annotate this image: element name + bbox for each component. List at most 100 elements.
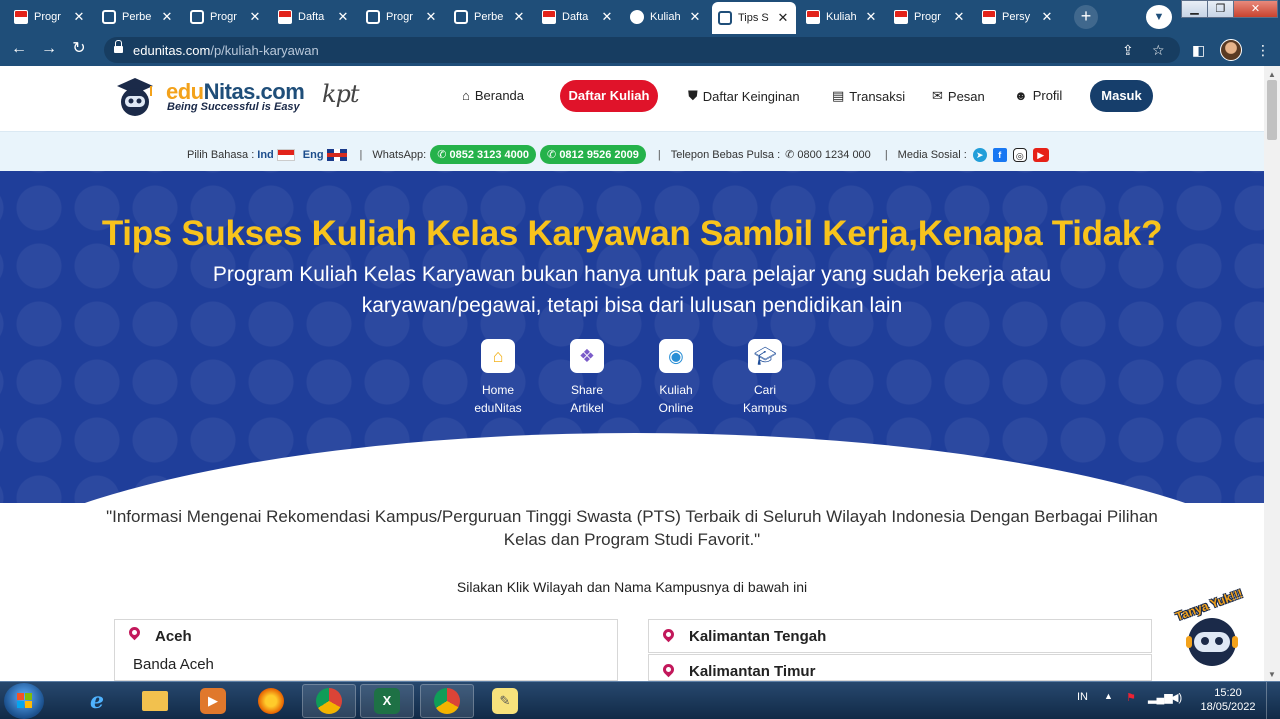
quick-link-home[interactable]: ⌂ Home eduNitas [453,339,543,417]
taskbar-clock[interactable]: 15:20 18/05/2022 [1198,686,1258,714]
browser-tab[interactable]: Progr ✕ [8,4,92,30]
tab-search-button[interactable]: ▼ [1146,5,1172,29]
tab-close-icon[interactable]: ✕ [72,9,86,25]
tab-close-icon[interactable]: ✕ [600,9,614,25]
daftar-kuliah-button[interactable]: Daftar Kuliah [560,80,658,112]
telepon-number[interactable]: 0800 1234 000 [797,149,870,161]
menu-kebab-icon[interactable]: ⋮ [1256,39,1270,61]
nav-profil[interactable]: ☻ Profil [1014,88,1062,103]
browser-toolbar: ← → ↻ edunitas.com/p/kuliah-karyawan ⇪ ☆… [0,34,1280,66]
tab-close-icon[interactable]: ✕ [424,9,438,25]
show-desktop-button[interactable] [1266,682,1280,719]
region-name[interactable]: Kalimantan Timur [689,663,815,680]
browser-tab[interactable]: Perbe ✕ [96,4,180,30]
close-icon: ✕ [1250,3,1261,15]
share-icon[interactable]: ⇪ [1122,40,1134,60]
taskbar-ie[interactable]: e [70,684,124,718]
window-close-button[interactable]: ✕ [1233,0,1278,18]
tab-close-icon[interactable]: ✕ [336,9,350,25]
youtube-icon[interactable]: ▶ [1032,147,1049,162]
action-center-icon[interactable]: ⚑ [1126,691,1136,704]
address-bar[interactable]: edunitas.com/p/kuliah-karyawan ⇪ ☆ [104,37,1180,63]
hero-title: Tips Sukses Kuliah Kelas Karyawan Sambil… [101,214,1163,253]
region-name[interactable]: Kalimantan Tengah [689,628,826,645]
mascot-logo-icon[interactable] [113,74,157,118]
window-minimize-button[interactable]: ▁ [1181,0,1208,18]
forward-button[interactable]: → [38,38,60,60]
page-scrollbar[interactable]: ▲ ▼ [1264,66,1280,681]
browser-tab[interactable]: Perbe ✕ [448,4,532,30]
tab-close-icon[interactable]: ✕ [512,9,526,25]
region-name[interactable]: Aceh [155,628,192,645]
browser-tab[interactable]: Dafta ✕ [536,4,620,30]
side-panel-icon[interactable]: ◧ [1192,39,1205,61]
nav-beranda[interactable]: ⌂ Beranda [462,88,524,103]
start-button[interactable] [4,683,44,719]
bahasa-label: Pilih Bahasa : [187,148,255,161]
browser-tab[interactable]: Kuliah ✕ [624,4,708,30]
nav-daftar-keinginan[interactable]: ⛊ Daftar Keinginan [688,88,800,104]
scroll-thumb[interactable] [1267,80,1277,140]
browser-tab[interactable]: Persy ✕ [976,4,1060,30]
back-button[interactable]: ← [8,38,30,60]
volume-icon[interactable]: ◀) [1170,691,1182,704]
nav-pesan[interactable]: ✉ Pesan [932,88,985,104]
nav-transaksi[interactable]: ▤ Transaksi [832,88,905,104]
taskbar-explorer[interactable] [128,684,182,718]
tab-close-icon[interactable]: ✕ [864,9,878,25]
scroll-up-icon[interactable]: ▲ [1268,70,1276,79]
taskbar-media-player[interactable]: ▶ [186,684,240,718]
new-tab-button[interactable]: + [1074,5,1098,29]
scroll-down-icon[interactable]: ▼ [1268,670,1276,679]
whatsapp-button-1[interactable]: ✆ 0852 3123 4000 [430,145,537,164]
lang-eng-link[interactable]: Eng [303,149,324,161]
quick-link-kuliah-online[interactable]: ◉ Kuliah Online [631,339,721,417]
shield-icon: ⛊ [688,88,698,103]
taskbar-firefox[interactable] [244,684,298,718]
browser-tab[interactable]: Tips S ✕ [712,2,796,34]
show-hidden-icons[interactable]: ▲ [1104,691,1113,701]
facebook-icon[interactable]: f [992,147,1007,162]
lang-ind-link[interactable]: Ind [257,149,274,161]
quick-link-label: Home eduNitas [453,381,543,417]
tab-close-icon[interactable]: ✕ [952,9,966,25]
tab-close-icon[interactable]: ✕ [248,9,262,25]
taskbar-chrome-1[interactable] [302,684,356,718]
network-signal-icon[interactable]: ▂▄▆ [1148,691,1173,704]
chrome-icon [434,688,460,714]
tab-close-icon[interactable]: ✕ [1040,9,1054,25]
browser-tab[interactable]: Progr ✕ [360,4,444,30]
reload-button[interactable]: ↻ [68,38,90,60]
tab-close-icon[interactable]: ✕ [776,10,790,26]
city-link[interactable]: Banda Aceh [133,656,214,673]
whatsapp-button-2[interactable]: ✆ 0812 9526 2009 [540,145,646,164]
region-card-aceh[interactable]: Aceh Banda Aceh [114,619,618,681]
profile-avatar[interactable] [1220,39,1242,61]
browser-tab[interactable]: Progr ✕ [888,4,972,30]
tab-favicon-icon [14,10,28,24]
tab-close-icon[interactable]: ✕ [160,9,174,25]
quick-link-share[interactable]: ❖ Share Artikel [542,339,632,417]
home-icon: ⌂ [462,88,470,103]
indonesia-flag-icon[interactable] [276,148,295,161]
browser-tab[interactable]: Dafta ✕ [272,4,356,30]
window-restore-button[interactable]: ❐ [1207,0,1234,18]
taskbar-notes[interactable]: ✎ [478,684,532,718]
instagram-icon[interactable]: ◎ [1012,147,1027,162]
info-bar: Pilih Bahasa : Ind Eng | WhatsApp: ✆ 085… [0,131,1264,171]
taskbar-chrome-2[interactable] [420,684,474,718]
quick-link-cari-kampus[interactable]: 🎓︎ Cari Kampus [720,339,810,417]
region-card-kalimantan-timur[interactable]: Kalimantan Timur [648,654,1152,681]
region-card-kalimantan-tengah[interactable]: Kalimantan Tengah [648,619,1152,653]
language-indicator[interactable]: IN [1077,691,1088,703]
browser-tab[interactable]: Kuliah ✕ [800,4,884,30]
chat-widget[interactable]: Tanya Yuk!!! [1172,586,1252,672]
telegram-icon[interactable]: ➤ [972,147,987,162]
bookmark-star-icon[interactable]: ☆ [1152,40,1165,60]
tab-close-icon[interactable]: ✕ [688,9,702,25]
tab-favicon-icon [630,10,644,24]
browser-tab[interactable]: Progr ✕ [184,4,268,30]
taskbar-excel[interactable]: X [360,684,414,718]
uk-flag-icon[interactable] [326,148,347,161]
masuk-button[interactable]: Masuk [1090,80,1153,112]
